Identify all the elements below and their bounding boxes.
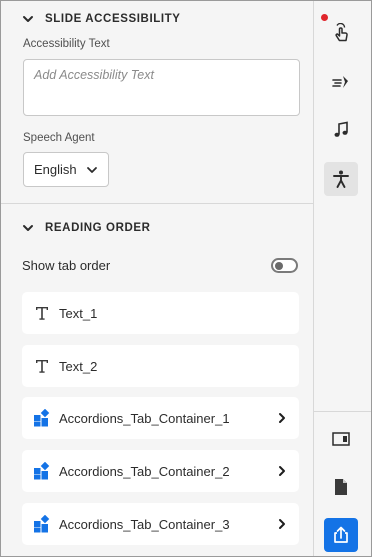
reading-order-item-accordions-3[interactable]: Accordions_Tab_Container_3	[22, 503, 299, 545]
chevron-right-icon[interactable]	[277, 412, 287, 424]
document-icon	[335, 479, 347, 495]
accessibility-text-placeholder: Add Accessibility Text	[34, 68, 154, 82]
animation-button[interactable]	[324, 65, 358, 99]
chevron-down-icon	[23, 225, 33, 231]
text-icon	[33, 304, 51, 322]
widget-icon	[33, 515, 51, 533]
accessibility-text-label: Accessibility Text	[23, 38, 110, 50]
accessibility-icon	[333, 170, 349, 188]
publish-icon	[334, 526, 348, 543]
toggle-knob	[275, 261, 283, 270]
reading-order-item-accordions-1[interactable]: Accordions_Tab_Container_1	[22, 397, 299, 439]
section-title: SLIDE ACCESSIBILITY	[45, 13, 181, 25]
accessibility-button[interactable]	[324, 162, 358, 196]
audio-button[interactable]	[324, 113, 358, 147]
chevron-down-icon	[87, 167, 97, 173]
item-label: Text_1	[59, 305, 98, 321]
properties-icon	[332, 432, 350, 446]
text-icon	[33, 357, 51, 375]
reading-order-item-text-2[interactable]: Text_2	[22, 345, 299, 387]
slide-accessibility-header[interactable]: SLIDE ACCESSIBILITY	[21, 9, 181, 29]
show-tab-order-toggle[interactable]	[271, 258, 298, 273]
item-label: Accordions_Tab_Container_1	[59, 410, 230, 426]
speech-agent-dropdown[interactable]: English	[23, 152, 109, 187]
animation-icon	[332, 76, 348, 88]
chevron-down-icon	[23, 16, 33, 22]
right-rail	[314, 1, 371, 556]
accessibility-text-input[interactable]: Add Accessibility Text	[23, 59, 300, 116]
item-label: Text_2	[59, 358, 98, 374]
speech-agent-label: Speech Agent	[23, 132, 95, 144]
section-divider	[1, 203, 313, 204]
section-title: READING ORDER	[45, 222, 151, 234]
widget-icon	[33, 409, 51, 427]
reading-order-item-text-1[interactable]: Text_1	[22, 292, 299, 334]
widget-icon	[33, 462, 51, 480]
rail-separator	[314, 411, 371, 412]
interaction-button[interactable]	[324, 16, 358, 50]
reading-order-header[interactable]: READING ORDER	[21, 218, 151, 238]
audio-icon	[334, 121, 348, 137]
document-button[interactable]	[324, 470, 358, 504]
item-label: Accordions_Tab_Container_2	[59, 463, 230, 479]
speech-agent-value: English	[34, 162, 77, 177]
reading-order-item-accordions-2[interactable]: Accordions_Tab_Container_2	[22, 450, 299, 492]
publish-button[interactable]	[324, 518, 358, 552]
chevron-right-icon[interactable]	[277, 518, 287, 530]
show-tab-order-label: Show tab order	[22, 258, 111, 273]
chevron-right-icon[interactable]	[277, 465, 287, 477]
interaction-icon	[335, 23, 348, 42]
properties-button[interactable]	[324, 422, 358, 456]
item-label: Accordions_Tab_Container_3	[59, 516, 230, 532]
